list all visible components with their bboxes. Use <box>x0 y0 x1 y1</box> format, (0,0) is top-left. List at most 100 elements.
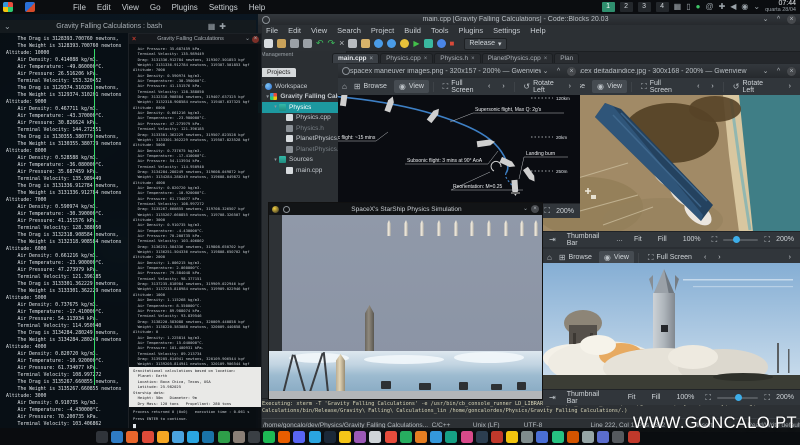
dock-icon[interactable] <box>323 430 336 443</box>
dock-icon[interactable] <box>247 430 260 443</box>
dock-icon[interactable] <box>111 430 124 443</box>
tab-close-icon[interactable]: × <box>471 56 475 62</box>
tray-expand-icon[interactable]: ⌄ <box>753 2 760 12</box>
terminal-menu-icon[interactable]: ⌄ <box>4 22 11 32</box>
menu-item[interactable]: Edit <box>97 3 111 12</box>
dock-icon[interactable] <box>490 430 503 443</box>
dock-icon[interactable] <box>399 430 412 443</box>
previous-button[interactable]: ‹ <box>699 252 711 263</box>
dock-icon[interactable] <box>445 430 458 443</box>
fullscreen-button[interactable]: ⛶ Full Screen <box>438 78 481 96</box>
maximize-icon[interactable]: ^ <box>554 67 563 76</box>
undo-icon[interactable]: ↶ <box>316 39 324 48</box>
zoom-out-icon[interactable]: ⛶ <box>712 235 718 245</box>
next-button[interactable]: › <box>497 81 509 92</box>
build-run-icon[interactable] <box>423 39 433 48</box>
sidebar-toggle-icon[interactable]: ⇥ <box>549 235 556 244</box>
dock-icon[interactable] <box>566 430 579 443</box>
dock-icon[interactable] <box>156 430 169 443</box>
tree-file[interactable]: Physics.h <box>258 123 346 134</box>
workspace-3[interactable]: 3 <box>637 1 651 12</box>
view-button[interactable]: ◉ View <box>592 80 628 93</box>
menu-item[interactable]: Search <box>337 26 361 35</box>
previous-button[interactable]: ‹ <box>483 81 495 92</box>
update-icon[interactable]: ✚ <box>719 2 726 12</box>
menu-item[interactable]: Edit <box>288 26 301 35</box>
workspace-4[interactable]: 4 <box>655 1 669 12</box>
menu-item[interactable]: Settings <box>209 3 238 12</box>
zoom-slider[interactable] <box>723 236 759 243</box>
dock-icon[interactable] <box>263 430 276 443</box>
home-icon[interactable]: ⌂ <box>547 253 552 262</box>
shade-icon[interactable]: ⌄ <box>245 34 250 44</box>
tree-file[interactable]: main.cpp <box>258 165 346 176</box>
replace-icon[interactable] <box>387 39 397 48</box>
close-icon[interactable]: × <box>787 15 796 24</box>
dock-icon[interactable] <box>521 430 534 443</box>
minimize-icon[interactable]: ⌄ <box>761 67 770 76</box>
gwenview-launch-window[interactable]: ⌂ ⊞ Browse ◉ View ⛶ Full Screen ‹ › › ⇥ … <box>543 247 800 405</box>
tab-projects[interactable]: Projects <box>261 68 297 77</box>
build-target-dropdown[interactable]: Release ▾ <box>464 37 507 50</box>
dock-icon[interactable] <box>293 430 306 443</box>
menu-item[interactable]: Project <box>371 26 394 35</box>
dock-icon[interactable] <box>308 430 321 443</box>
tab-physics-cpp[interactable]: Physics.cpp × <box>380 53 434 63</box>
new-file-icon[interactable] <box>264 39 273 48</box>
open-icon[interactable] <box>277 39 286 48</box>
zoom-100-button[interactable]: 100% <box>671 392 699 403</box>
run-icon[interactable]: ▶ <box>413 39 419 48</box>
paste-icon[interactable] <box>361 39 371 48</box>
dock-icon[interactable] <box>460 430 473 443</box>
save-all-icon[interactable] <box>303 39 312 48</box>
dock-icon[interactable] <box>369 430 382 443</box>
dock-icon[interactable] <box>551 430 564 443</box>
dock-icon[interactable] <box>430 430 443 443</box>
toolbar-overflow-button[interactable]: › <box>784 81 796 92</box>
fit-button[interactable]: Fit <box>623 392 641 403</box>
dock-icon[interactable] <box>536 430 549 443</box>
zoom-in-icon[interactable]: ⛶ <box>764 235 770 245</box>
tab-planetphysics-h[interactable]: Plan <box>554 53 580 63</box>
menu-item[interactable]: View <box>122 3 139 12</box>
xterm-titlebar[interactable]: × Gravity Falling Calculations ⌄ × <box>129 34 261 44</box>
zoom-slider[interactable] <box>716 394 759 401</box>
cut-icon[interactable]: × <box>339 39 344 48</box>
zoom-in-icon[interactable]: ⛶ <box>544 206 550 216</box>
next-button[interactable]: › <box>706 81 718 92</box>
stop-icon[interactable]: ■ <box>450 39 455 48</box>
tab-close-icon[interactable]: × <box>544 56 548 62</box>
simulation-window[interactable]: SpaceX's StarShip Physics Simulation ⌄ × <box>268 202 543 400</box>
maximize-icon[interactable]: ^ <box>774 67 783 76</box>
gwenview-titlebar[interactable]: spacex maneuver images.png - 320x157 - 2… <box>338 64 580 78</box>
workspace-2[interactable]: 2 <box>619 1 633 12</box>
dock-icon[interactable] <box>96 430 108 443</box>
toolbar-overflow-button[interactable]: › <box>784 252 796 263</box>
dock-icon[interactable] <box>126 430 139 443</box>
tree-project[interactable]: ▾Gravity Falling Calculations <box>258 92 346 103</box>
close-icon[interactable]: × <box>252 35 259 43</box>
pin-icon[interactable] <box>283 205 290 213</box>
sidebar-toggle-icon[interactable]: ⇥ <box>549 393 556 402</box>
volume-icon[interactable]: ◀ <box>730 2 736 12</box>
app-launcher-icon[interactable] <box>3 2 13 12</box>
menu-item[interactable]: Settings <box>493 26 520 35</box>
fit-button[interactable]: Fit <box>629 234 647 245</box>
pin-icon[interactable] <box>262 15 270 24</box>
dock-icon[interactable] <box>612 430 625 443</box>
fullscreen-button[interactable]: ⛶ Full Screen <box>636 78 690 96</box>
minimize-icon[interactable]: ⌄ <box>761 15 770 24</box>
shade-icon[interactable]: ⌄ <box>523 204 528 214</box>
dock-icon[interactable] <box>171 430 184 443</box>
tab-main-cpp[interactable]: main.cpp × <box>332 53 380 63</box>
dock-icon[interactable] <box>414 430 427 443</box>
overflow-dots[interactable]: … <box>616 236 623 243</box>
tab-close-icon[interactable]: × <box>370 56 374 62</box>
dock-icon[interactable] <box>354 430 367 443</box>
tree-file[interactable]: PlanetPhysics.cpp <box>258 134 346 145</box>
trash-icon[interactable]: ▯ <box>686 2 690 12</box>
dock-icon[interactable] <box>582 430 594 443</box>
menu-item[interactable]: File <box>266 26 278 35</box>
dock-icon[interactable] <box>232 430 245 443</box>
dock-icon[interactable] <box>141 430 154 443</box>
